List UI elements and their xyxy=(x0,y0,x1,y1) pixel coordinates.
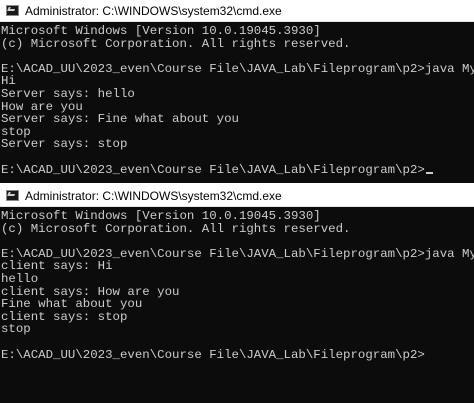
console-line: Microsoft Windows [Version 10.0.19045.39… xyxy=(1,209,321,223)
server-title-bar[interactable]: Administrator: C:\WINDOWS\system32\cmd.e… xyxy=(0,185,474,207)
console-line: Server says: stop xyxy=(1,137,128,152)
console-line: (c) Microsoft Corporation. All rights re… xyxy=(1,36,351,51)
console-line: (c) Microsoft Corporation. All rights re… xyxy=(1,221,351,236)
client-console-output[interactable]: Microsoft Windows [Version 10.0.19045.39… xyxy=(0,22,474,176)
console-line: Server says: hello xyxy=(1,86,135,101)
console-line: Server says: Fine what about you xyxy=(1,112,239,127)
server-cmd-window[interactable]: Administrator: C:\WINDOWS\system32\cmd.e… xyxy=(0,185,474,403)
console-line: stop xyxy=(1,322,31,337)
console-line: client says: stop xyxy=(1,309,128,324)
console-line: E:\ACAD_UU\2023_even\Course File\JAVA_La… xyxy=(1,61,474,76)
client-window-title: Administrator: C:\WINDOWS\system32\cmd.e… xyxy=(25,3,282,18)
prompt-text: E:\ACAD_UU\2023_even\Course File\JAVA_La… xyxy=(1,162,425,177)
console-line: hello xyxy=(1,271,39,286)
console-prompt-line[interactable]: E:\ACAD_UU\2023_even\Course File\JAVA_La… xyxy=(1,348,474,362)
console-prompt-line[interactable]: E:\ACAD_UU\2023_even\Course File\JAVA_La… xyxy=(1,162,474,177)
console-line: Microsoft Windows [Version 10.0.19045.39… xyxy=(1,24,321,38)
cmd-icon xyxy=(6,5,19,16)
server-console-output[interactable]: Microsoft Windows [Version 10.0.19045.39… xyxy=(0,207,474,361)
client-cmd-window[interactable]: Administrator: C:\WINDOWS\system32\cmd.e… xyxy=(0,0,474,183)
console-line: client says: Hi xyxy=(1,259,113,274)
cmd-icon xyxy=(6,190,19,201)
client-title-bar[interactable]: Administrator: C:\WINDOWS\system32\cmd.e… xyxy=(0,0,474,22)
server-window-title: Administrator: C:\WINDOWS\system32\cmd.e… xyxy=(25,188,282,203)
console-line: Fine what about you xyxy=(1,297,143,312)
text-cursor xyxy=(425,171,433,174)
